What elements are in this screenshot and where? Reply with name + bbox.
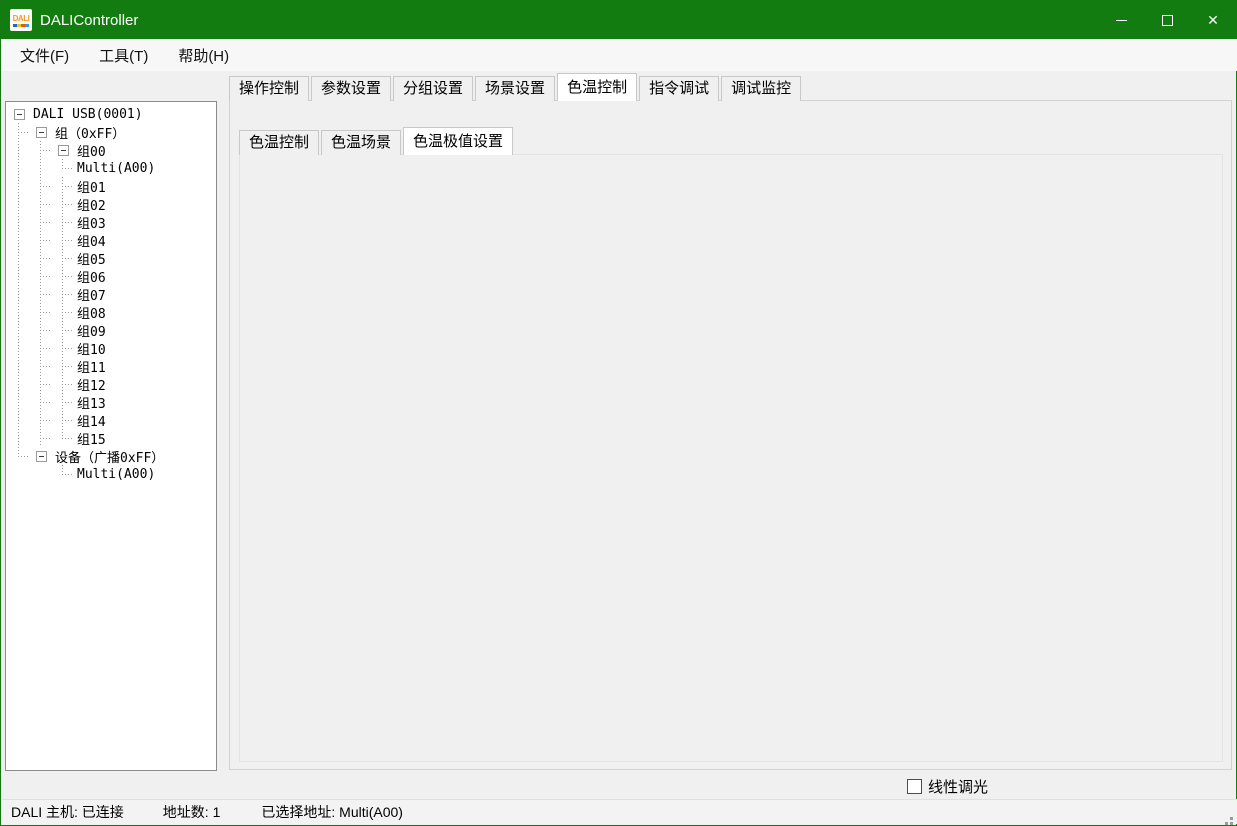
tree-expand-box[interactable]	[8, 105, 30, 123]
tree-item-device-multi-a00[interactable]: Multi(A00)	[8, 465, 216, 483]
tree-item-group-all[interactable]: 组（0xFF）	[8, 123, 216, 141]
tree-item-multi-a00[interactable]: Multi(A00)	[8, 159, 216, 177]
close-button[interactable]: ✕	[1190, 1, 1236, 39]
tab-operation-control[interactable]: 操作控制	[229, 76, 309, 101]
collapse-icon	[58, 145, 69, 156]
collapse-icon	[36, 127, 47, 138]
tree-item-dali-usb[interactable]: DALI USB(0001)	[8, 105, 216, 123]
menu-file[interactable]: 文件(F)	[8, 40, 81, 71]
app-icon-text: DALI	[13, 14, 30, 23]
tree-item-group09[interactable]: 组09	[8, 321, 216, 339]
resize-grip[interactable]	[1230, 817, 1233, 820]
app-icon-colorbar	[13, 24, 29, 27]
menubar: 文件(F) 工具(T) 帮助(H)	[2, 39, 1237, 71]
tree-item-group14[interactable]: 组14	[8, 411, 216, 429]
main-tabstrip: 操作控制 参数设置 分组设置 场景设置 色温控制 指令调试 调试监控	[229, 73, 803, 101]
tree-expand-box[interactable]	[52, 141, 74, 159]
linear-dimming-option[interactable]: 线性调光	[907, 776, 988, 797]
maximize-icon	[1162, 15, 1173, 26]
tree-item-device-broadcast[interactable]: 设备（广播0xFF）	[8, 447, 216, 465]
status-selected-address: 已选择地址: Multi(A00)	[261, 802, 403, 822]
device-tree-panel: DALI USB(0001) 组（0xFF） 组00 Multi(A00) 组0…	[5, 101, 217, 771]
linear-dimming-checkbox[interactable]	[907, 779, 922, 794]
tab-grouping-settings[interactable]: 分组设置	[393, 76, 473, 101]
menu-tools[interactable]: 工具(T)	[87, 40, 160, 71]
linear-dimming-label: 线性调光	[928, 776, 988, 797]
tree-item-group13[interactable]: 组13	[8, 393, 216, 411]
tab-color-temperature-control[interactable]: 色温控制	[557, 73, 637, 101]
tree-item-group15[interactable]: 组15	[8, 429, 216, 447]
subtab-page	[239, 154, 1223, 762]
subtab-color-temp-limits[interactable]: 色温极值设置	[403, 127, 513, 155]
tab-scene-settings[interactable]: 场景设置	[475, 76, 555, 101]
minimize-icon	[1116, 20, 1127, 21]
tree-item-group05[interactable]: 组05	[8, 249, 216, 267]
tree-item-group08[interactable]: 组08	[8, 303, 216, 321]
window-controls: ✕	[1098, 1, 1236, 39]
minimize-button[interactable]	[1098, 1, 1144, 39]
tree-expand-box[interactable]	[30, 447, 52, 465]
tree-item-group03[interactable]: 组03	[8, 213, 216, 231]
tree-item-group02[interactable]: 组02	[8, 195, 216, 213]
tab-debug-monitor[interactable]: 调试监控	[721, 76, 801, 101]
tree-item-group00[interactable]: 组00	[8, 141, 216, 159]
menu-help[interactable]: 帮助(H)	[166, 40, 241, 71]
tree-item-group07[interactable]: 组07	[8, 285, 216, 303]
subtab-color-temp-scene[interactable]: 色温场景	[321, 130, 401, 155]
status-address-count: 地址数: 1	[163, 802, 221, 822]
tree-expand-box[interactable]	[30, 123, 52, 141]
subtabstrip: 色温控制 色温场景 色温极值设置	[239, 127, 515, 155]
tree-item-group06[interactable]: 组06	[8, 267, 216, 285]
app-window: DALI DALIController ✕ 文件(F) 工具(T) 帮助(H) …	[0, 0, 1237, 826]
subtab-color-temp-control[interactable]: 色温控制	[239, 130, 319, 155]
tab-parameter-settings[interactable]: 参数设置	[311, 76, 391, 101]
footer-strip: 线性调光	[2, 772, 1237, 801]
collapse-icon	[14, 109, 25, 120]
collapse-icon	[36, 451, 47, 462]
maximize-button[interactable]	[1144, 1, 1190, 39]
tree-item-group12[interactable]: 组12	[8, 375, 216, 393]
tree-item-group04[interactable]: 组04	[8, 231, 216, 249]
app-icon: DALI	[10, 9, 32, 31]
close-icon: ✕	[1207, 13, 1219, 27]
tree-item-group10[interactable]: 组10	[8, 339, 216, 357]
titlebar: DALI DALIController ✕	[1, 1, 1236, 39]
tree-item-group01[interactable]: 组01	[8, 177, 216, 195]
tree-item-group11[interactable]: 组11	[8, 357, 216, 375]
statusbar: DALI 主机: 已连接 地址数: 1 已选择地址: Multi(A00)	[2, 799, 1237, 824]
window-title: DALIController	[40, 12, 138, 29]
tab-command-debug[interactable]: 指令调试	[639, 76, 719, 101]
status-host-connection: DALI 主机: 已连接	[11, 802, 124, 822]
